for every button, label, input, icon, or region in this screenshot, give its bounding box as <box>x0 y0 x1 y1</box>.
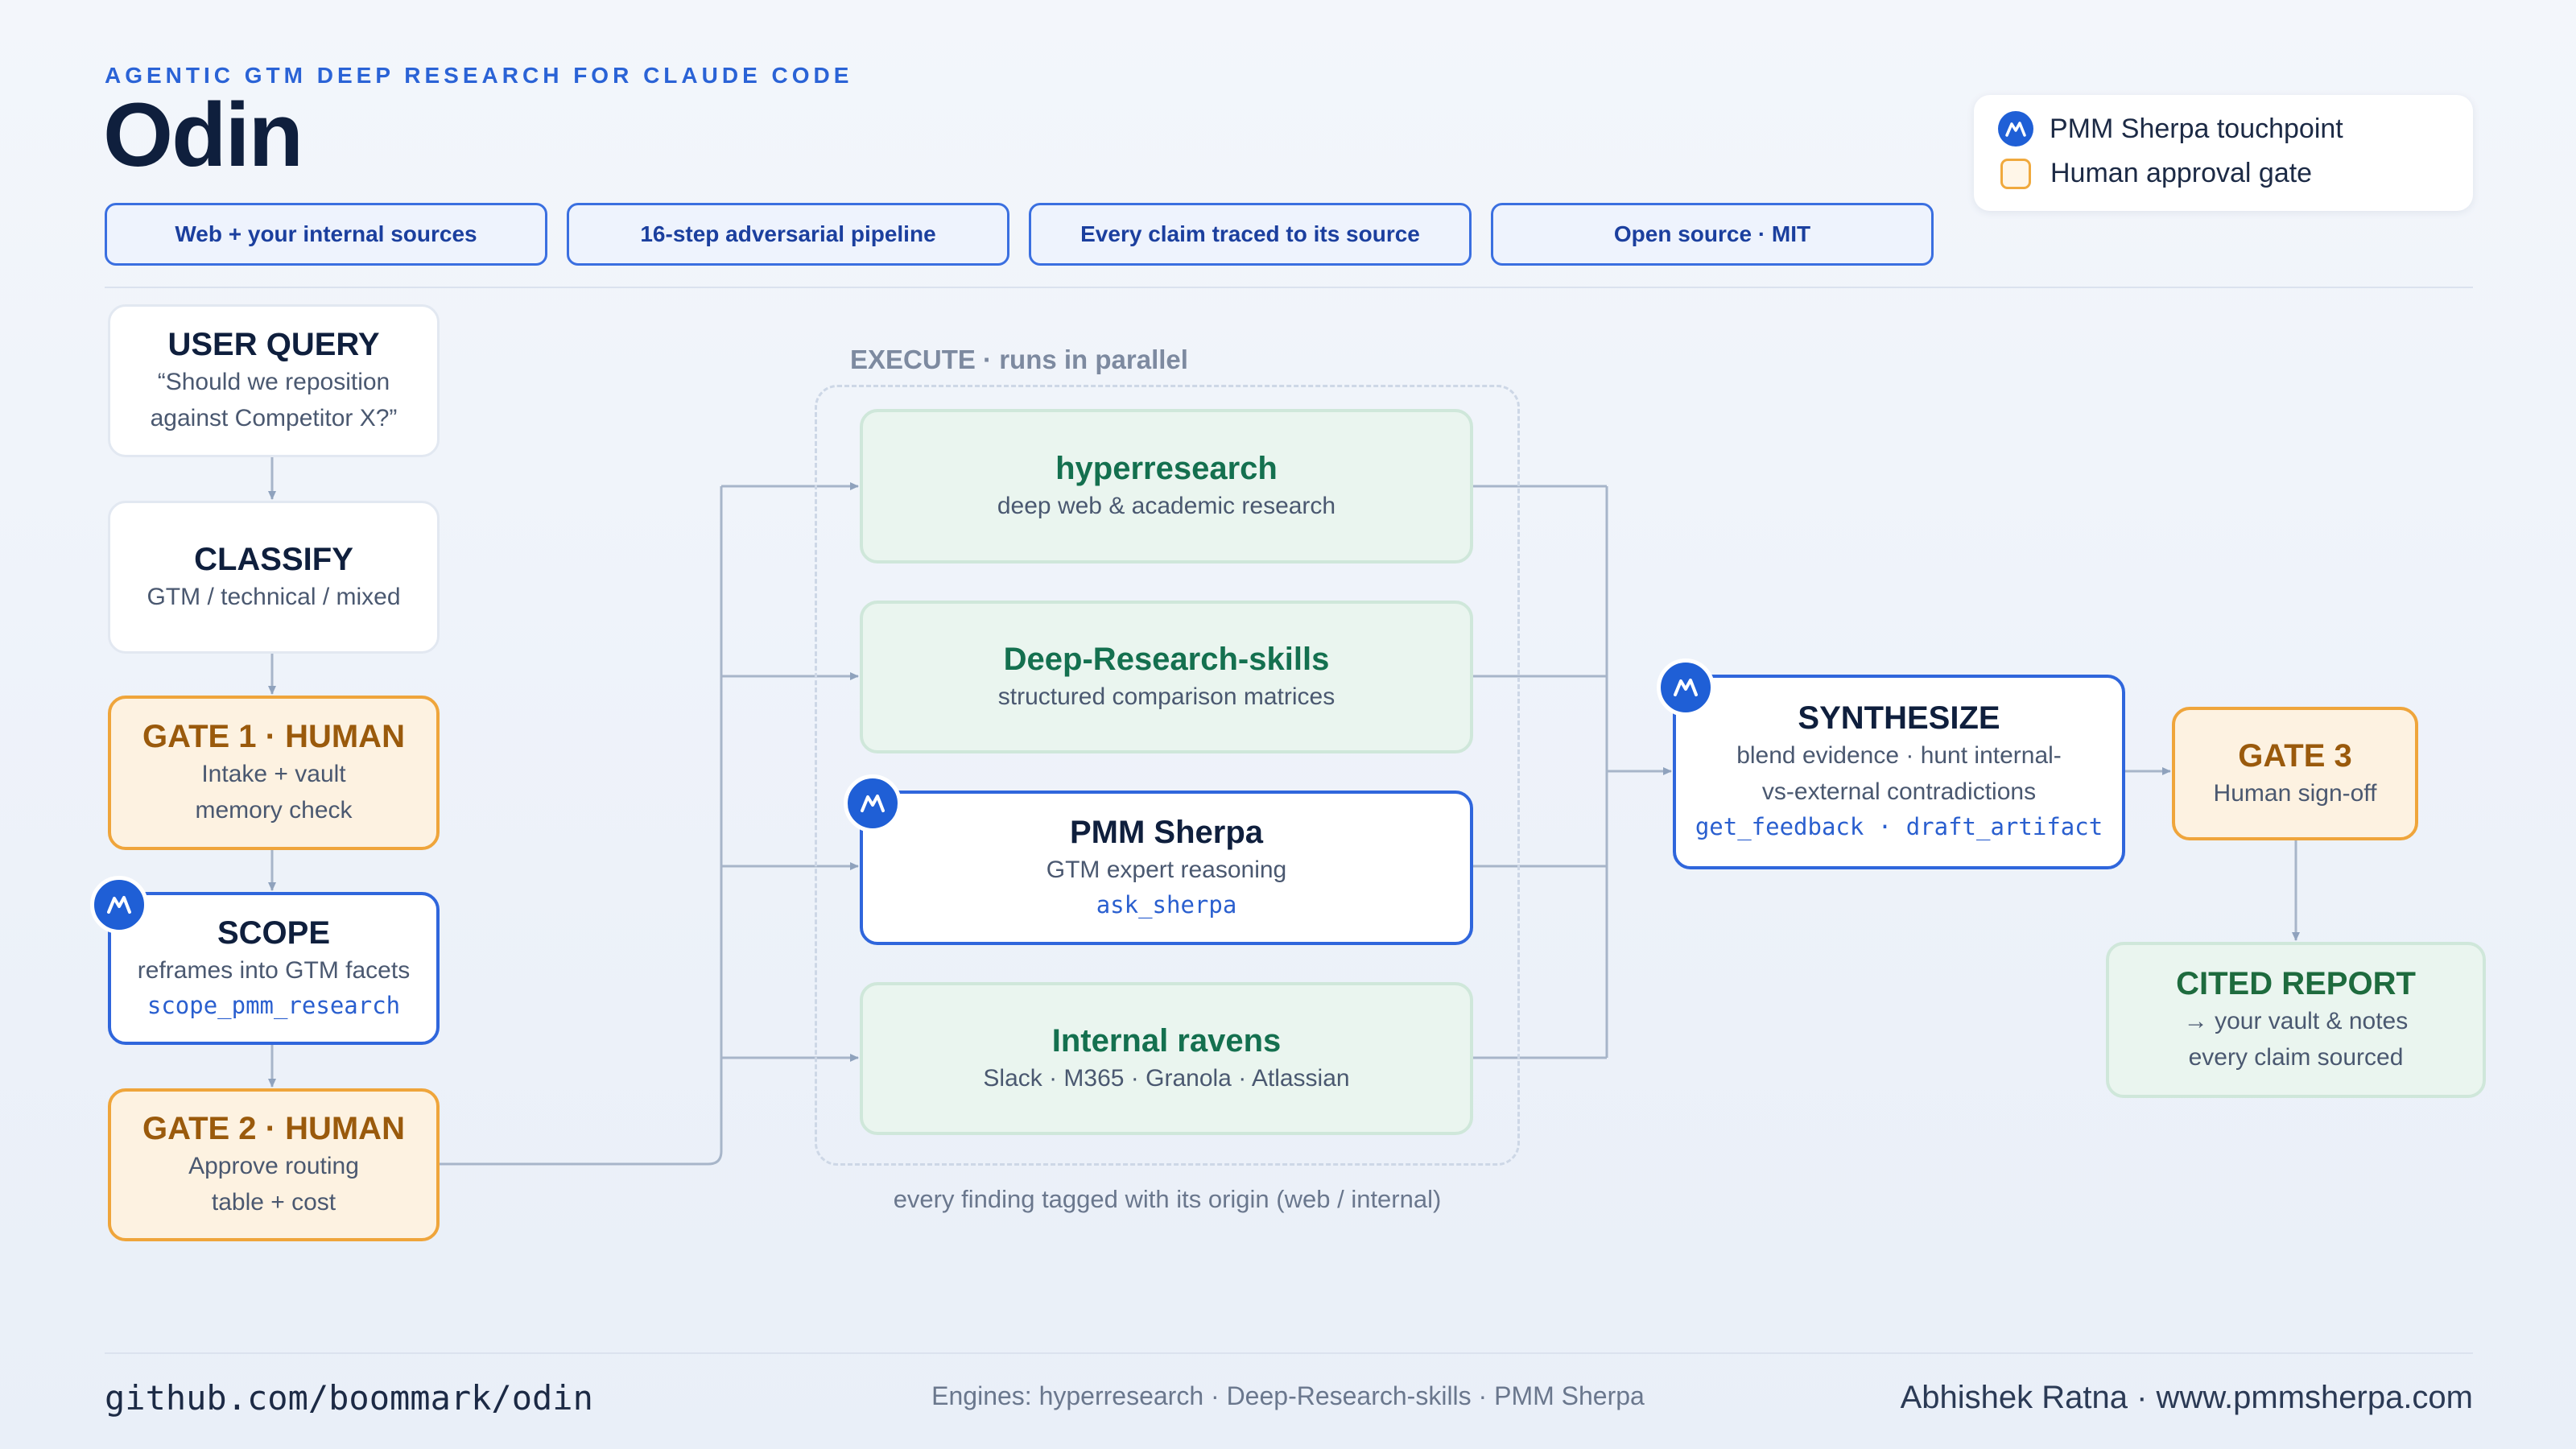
page-title: Odin <box>103 85 303 185</box>
engine-pmm-sherpa-sub: GTM expert reasoning <box>1046 856 1287 883</box>
scope-line1: reframes into GTM facets <box>137 956 411 984</box>
scope-title: SCOPE <box>217 914 331 951</box>
execute-label: EXECUTE · runs in parallel <box>850 345 1188 374</box>
synthesize-line2: vs-external contradictions <box>1761 778 2037 806</box>
feature-pill-traced: Every claim traced to its source <box>1029 203 1472 266</box>
user-query-line1: “Should we reposition <box>157 369 390 395</box>
gate3-node: GATE 3 Human sign-off <box>2172 707 2418 840</box>
synthesize-title: SYNTHESIZE <box>1798 700 2000 737</box>
legend-gate-label: Human approval gate <box>2050 158 2313 188</box>
legend-gate-row: Human approval gate <box>1998 158 2312 189</box>
engine-hyperresearch-title: hyperresearch <box>1055 450 1278 486</box>
cited-report-node: CITED REPORT → your vault & notes every … <box>2106 942 2486 1098</box>
synthesize-code: get_feedback · draft_artifact <box>1695 813 2103 841</box>
gate1-line2: memory check <box>195 797 353 824</box>
mountain-peaks-icon <box>107 896 131 914</box>
engine-deep-research-skills: Deep-Research-skills structured comparis… <box>860 601 1473 753</box>
gate3-title: GATE 3 <box>2238 737 2352 774</box>
mountain-peaks-icon <box>1998 111 2033 147</box>
engine-hyperresearch: hyperresearch deep web & academic resear… <box>860 409 1473 564</box>
legend: PMM Sherpa touchpoint Human approval gat… <box>1974 95 2473 211</box>
engine-pmm-sherpa: PMM Sherpa GTM expert reasoning ask_sher… <box>860 791 1473 945</box>
header-divider <box>105 287 2473 288</box>
sherpa-badge-engine <box>844 774 902 832</box>
gate2-title: GATE 2 · HUMAN <box>142 1111 405 1146</box>
user-query-line2: against Competitor X?” <box>150 405 398 431</box>
engine-internal-ravens-sub: Slack · M365 · Granola · Atlassian <box>983 1064 1350 1092</box>
mountain-peaks-icon <box>1674 679 1698 696</box>
engines-credit: Engines: hyperresearch · Deep-Research-s… <box>931 1381 1645 1410</box>
gate2-line1: Approve routing <box>188 1153 359 1179</box>
scope-code: scope_pmm_research <box>147 991 401 1019</box>
engine-internal-ravens-title: Internal ravens <box>1051 1022 1282 1059</box>
legend-sherpa-row: PMM Sherpa touchpoint <box>1998 111 2343 147</box>
gate1-line1: Intake + vault <box>201 761 346 787</box>
execute-footnote: every finding tagged with its origin (we… <box>893 1185 1442 1213</box>
engine-pmm-sherpa-code: ask_sherpa <box>1096 890 1237 919</box>
author-credit: Abhishek Ratna · www.pmmsherpa.com <box>1900 1380 2473 1415</box>
scope-node: SCOPE reframes into GTM facets scope_pmm… <box>108 892 440 1045</box>
engine-internal-ravens: Internal ravens Slack · M365 · Granola ·… <box>860 982 1473 1135</box>
gate-square-icon <box>2000 158 2031 189</box>
sherpa-badge-scope <box>90 876 148 934</box>
engine-deep-research-title: Deep-Research-skills <box>1003 641 1330 677</box>
gate1-node: GATE 1 · HUMAN Intake + vault memory che… <box>108 696 440 850</box>
sherpa-badge-synthesize <box>1657 658 1715 716</box>
engine-pmm-sherpa-title: PMM Sherpa <box>1069 814 1264 850</box>
cited-report-line2: every claim sourced <box>2188 1044 2404 1071</box>
gate3-line1: Human sign-off <box>2213 779 2377 807</box>
classify-line1: GTM / technical / mixed <box>147 583 401 610</box>
feature-pill-sources: Web + your internal sources <box>105 203 547 266</box>
gate2-node: GATE 2 · HUMAN Approve routing table + c… <box>108 1088 440 1241</box>
gate2-line2: table + cost <box>211 1189 336 1216</box>
footer-divider <box>105 1352 2473 1354</box>
cited-report-line1: → your vault & notes <box>2183 1008 2409 1034</box>
synthesize-line1: blend evidence · hunt internal- <box>1736 742 2062 770</box>
synthesize-node: SYNTHESIZE blend evidence · hunt interna… <box>1673 675 2125 869</box>
gate1-title: GATE 1 · HUMAN <box>142 719 405 754</box>
user-query-title: USER QUERY <box>167 327 380 362</box>
legend-sherpa-label: PMM Sherpa touchpoint <box>2050 113 2343 144</box>
cited-report-title: CITED REPORT <box>2176 966 2416 1001</box>
engine-deep-research-sub: structured comparison matrices <box>997 683 1335 710</box>
feature-pill-pipeline: 16-step adversarial pipeline <box>567 203 1009 266</box>
mountain-peaks-icon <box>861 795 885 812</box>
feature-pill-license: Open source · MIT <box>1491 203 1934 266</box>
classify-title: CLASSIFY <box>194 541 353 577</box>
repo-link[interactable]: github.com/boommark/odin <box>105 1378 593 1418</box>
classify-node: CLASSIFY GTM / technical / mixed <box>108 501 440 654</box>
engine-hyperresearch-sub: deep web & academic research <box>997 492 1336 519</box>
user-query-node: USER QUERY “Should we reposition against… <box>108 304 440 457</box>
